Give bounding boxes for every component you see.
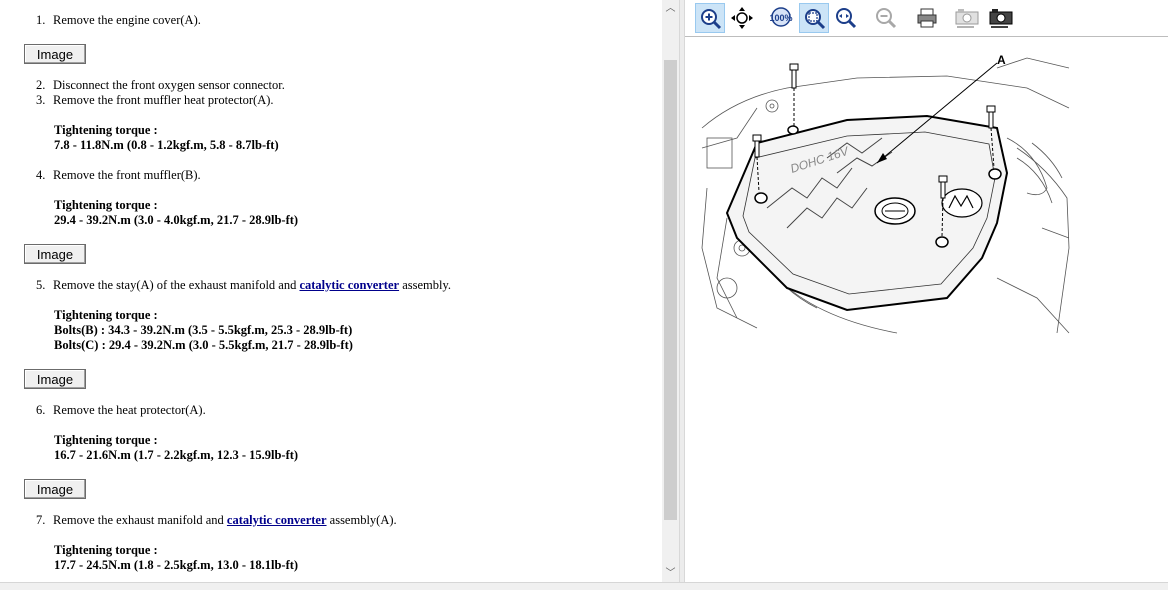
svg-text:100%: 100% (769, 13, 792, 23)
step-text: Remove the exhaust manifold and (53, 513, 227, 527)
step-text: Remove the heat protector(A). (53, 403, 206, 417)
image-button[interactable]: Image (24, 369, 86, 389)
step-2: 2. Disconnect the front oxygen sensor con… (36, 78, 285, 93)
image-viewer-pane: 100% DOHC 16V A (685, 0, 1168, 582)
step-text: Remove the stay(A) of the exhaust manifo… (53, 278, 300, 292)
torque-heading: Tightening torque : (54, 198, 158, 212)
torque-heading: Tightening torque : (54, 543, 158, 557)
scrollbar-thumb[interactable] (664, 60, 677, 520)
torque-heading: Tightening torque : (54, 433, 158, 447)
torque-value: 17.7 - 24.5N.m (1.8 - 2.5kgf.m, 13.0 - 1… (54, 558, 299, 572)
torque-block: Tightening torque : 16.7 - 21.6N.m (1.7 … (54, 433, 298, 463)
camera-copy-icon (955, 9, 979, 28)
step-number: 6. (36, 403, 46, 417)
step-1: 1. Remove the engine cover(A). (36, 13, 201, 28)
step-6: 6. Remove the heat protector(A). (36, 403, 206, 418)
torque-value: Bolts(B) : 34.3 - 39.2N.m (3.5 - 5.5kgf.… (54, 323, 353, 337)
step-number: 7. (36, 513, 46, 527)
torque-value: 16.7 - 21.6N.m (1.7 - 2.2kgf.m, 12.3 - 1… (54, 448, 299, 462)
image-button[interactable]: Image (24, 479, 86, 499)
copy-image-button[interactable] (951, 3, 981, 33)
torque-block: Tightening torque : 7.8 - 11.8N.m (0.8 -… (54, 123, 279, 153)
viewer-toolbar: 100% (685, 0, 1168, 37)
zoom-width-icon (836, 8, 857, 29)
zoom-100-button[interactable]: 100% (765, 3, 795, 33)
zoom-width-button[interactable] (831, 3, 861, 33)
zoom-in-icon (701, 9, 722, 30)
step-5: 5. Remove the stay(A) of the exhaust mani… (36, 278, 451, 293)
torque-value: 7.8 - 11.8N.m (0.8 - 1.2kgf.m, 5.8 - 8.7… (54, 138, 279, 152)
engine-cover-diagram: DOHC 16V A (701, 53, 1070, 334)
printer-icon (917, 8, 937, 28)
catalytic-converter-link[interactable]: catalytic converter (299, 278, 399, 292)
step-text: Remove the front muffler heat protector(… (53, 93, 274, 107)
callout-label: A (997, 53, 1006, 67)
zoom-100-icon: 100% (769, 7, 793, 27)
zoom-out-icon (876, 8, 897, 29)
zoom-fit-icon (805, 9, 826, 30)
catalytic-converter-link[interactable]: catalytic converter (227, 513, 327, 527)
torque-block: Tightening torque : 17.7 - 24.5N.m (1.8 … (54, 543, 298, 573)
step-text: assembly(A). (326, 513, 397, 527)
step-text: Remove the engine cover(A). (53, 13, 201, 27)
step-3: 3. Remove the front muffler heat protecto… (36, 93, 274, 108)
step-number: 1. (36, 13, 46, 27)
torque-heading: Tightening torque : (54, 308, 158, 322)
zoom-in-button[interactable] (695, 3, 725, 33)
step-text: Remove the front muffler(B). (53, 168, 201, 182)
camera-save-icon (989, 9, 1013, 28)
torque-block: Tightening torque : 29.4 - 39.2N.m (3.0 … (54, 198, 298, 228)
step-text: assembly. (399, 278, 452, 292)
zoom-fit-button[interactable] (799, 3, 829, 33)
print-button[interactable] (913, 3, 943, 33)
image-button[interactable]: Image (24, 44, 86, 64)
torque-block: Tightening torque : Bolts(B) : 34.3 - 39… (54, 308, 353, 353)
step-number: 5. (36, 278, 46, 292)
image-button[interactable]: Image (24, 244, 86, 264)
step-number: 3. (36, 93, 46, 107)
torque-heading: Tightening torque : (54, 123, 158, 137)
procedure-pane: 1. Remove the engine cover(A). Image 2. Di… (0, 0, 662, 582)
save-image-button[interactable] (985, 3, 1015, 33)
vertical-scrollbar[interactable]: ︿ ﹀ (662, 0, 679, 582)
step-4: 4. Remove the front muffler(B). (36, 168, 201, 183)
scroll-up-arrow-icon[interactable]: ︿ (662, 0, 679, 17)
scroll-down-arrow-icon[interactable]: ﹀ (662, 565, 679, 582)
step-number: 2. (36, 78, 46, 92)
zoom-out-button[interactable] (871, 3, 901, 33)
torque-value: 29.4 - 39.2N.m (3.0 - 4.0kgf.m, 21.7 - 2… (54, 213, 299, 227)
pan-button[interactable] (727, 3, 757, 33)
pan-icon (731, 7, 753, 29)
step-7: 7. Remove the exhaust manifold and cataly… (36, 513, 397, 528)
torque-value: Bolts(C) : 29.4 - 39.2N.m (3.0 - 5.5kgf.… (54, 338, 353, 352)
step-number: 4. (36, 168, 46, 182)
step-text: Disconnect the front oxygen sensor conne… (53, 78, 285, 92)
